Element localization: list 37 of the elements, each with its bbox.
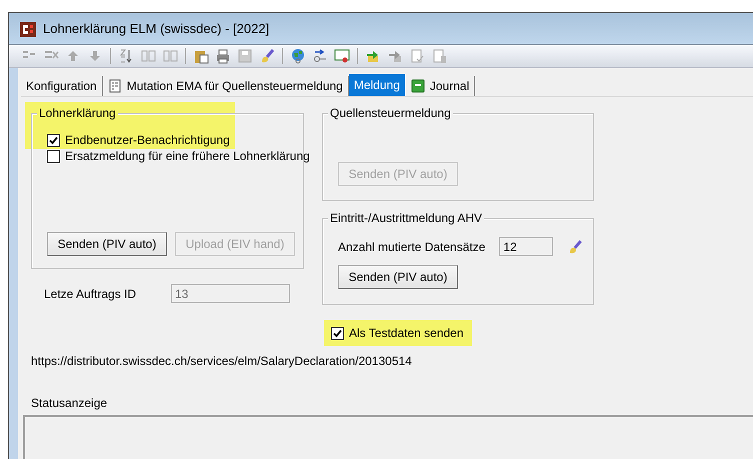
export-arrow-icon[interactable] [387, 48, 403, 64]
book-icon [410, 79, 425, 93]
checkbox-label: Endbenutzer-Benachrichtigung [65, 133, 230, 147]
document-delete-icon[interactable] [431, 48, 447, 64]
app-logo-icon [19, 20, 37, 38]
brush-icon[interactable] [259, 48, 275, 64]
document-icon [108, 79, 122, 93]
checkbox[interactable] [331, 326, 344, 340]
certificate-icon[interactable] [334, 48, 350, 64]
field-label: Letze Auftrags ID [44, 286, 138, 300]
checkbox[interactable] [47, 150, 60, 162]
service-url: https://distributor.swissdec.ch/services/elm/SalaryDeclaration/20130514 [31, 354, 413, 368]
window-title: Lohnerklärung ELM (swissdec) - [2022] [43, 21, 270, 36]
clipboard-icon[interactable] [193, 48, 209, 64]
checkbox-label: Als Testdaten senden [349, 326, 464, 340]
printer-icon[interactable] [215, 48, 231, 64]
export-arrow-icon[interactable] [365, 48, 381, 64]
brush-icon[interactable] [567, 238, 583, 254]
tab[interactable]: Meldung [348, 74, 406, 96]
save-icon[interactable] [237, 48, 253, 64]
checkbox-label: Ersatzmeldung für eine frühere Lohnerklärung [65, 149, 310, 163]
group-title: Lohnerklärung [37, 106, 118, 120]
globe-icon[interactable] [290, 48, 306, 64]
sort-icon[interactable] [118, 48, 134, 64]
key-arrow-icon[interactable] [312, 48, 328, 64]
send-button[interactable]: Senden (PIV auto) [47, 232, 167, 256]
document-check-icon[interactable] [409, 48, 425, 64]
group-title: Eintritt-/Austrittmeldung AHV [328, 211, 484, 225]
grid-icon[interactable] [140, 48, 156, 64]
field-label: Anzahl mutierte Datensätze [338, 240, 486, 254]
count-field[interactable]: 12 [499, 237, 554, 256]
checkbox[interactable] [47, 134, 60, 146]
status-label: Statusanzeige [31, 396, 108, 410]
tab[interactable]: Mutation EMA für Quellensteuermeldung [102, 76, 349, 96]
grid-icon[interactable] [162, 48, 178, 64]
group-title: Quellensteuermeldung [328, 106, 453, 120]
send-button[interactable]: Senden (PIV auto) [338, 265, 458, 289]
